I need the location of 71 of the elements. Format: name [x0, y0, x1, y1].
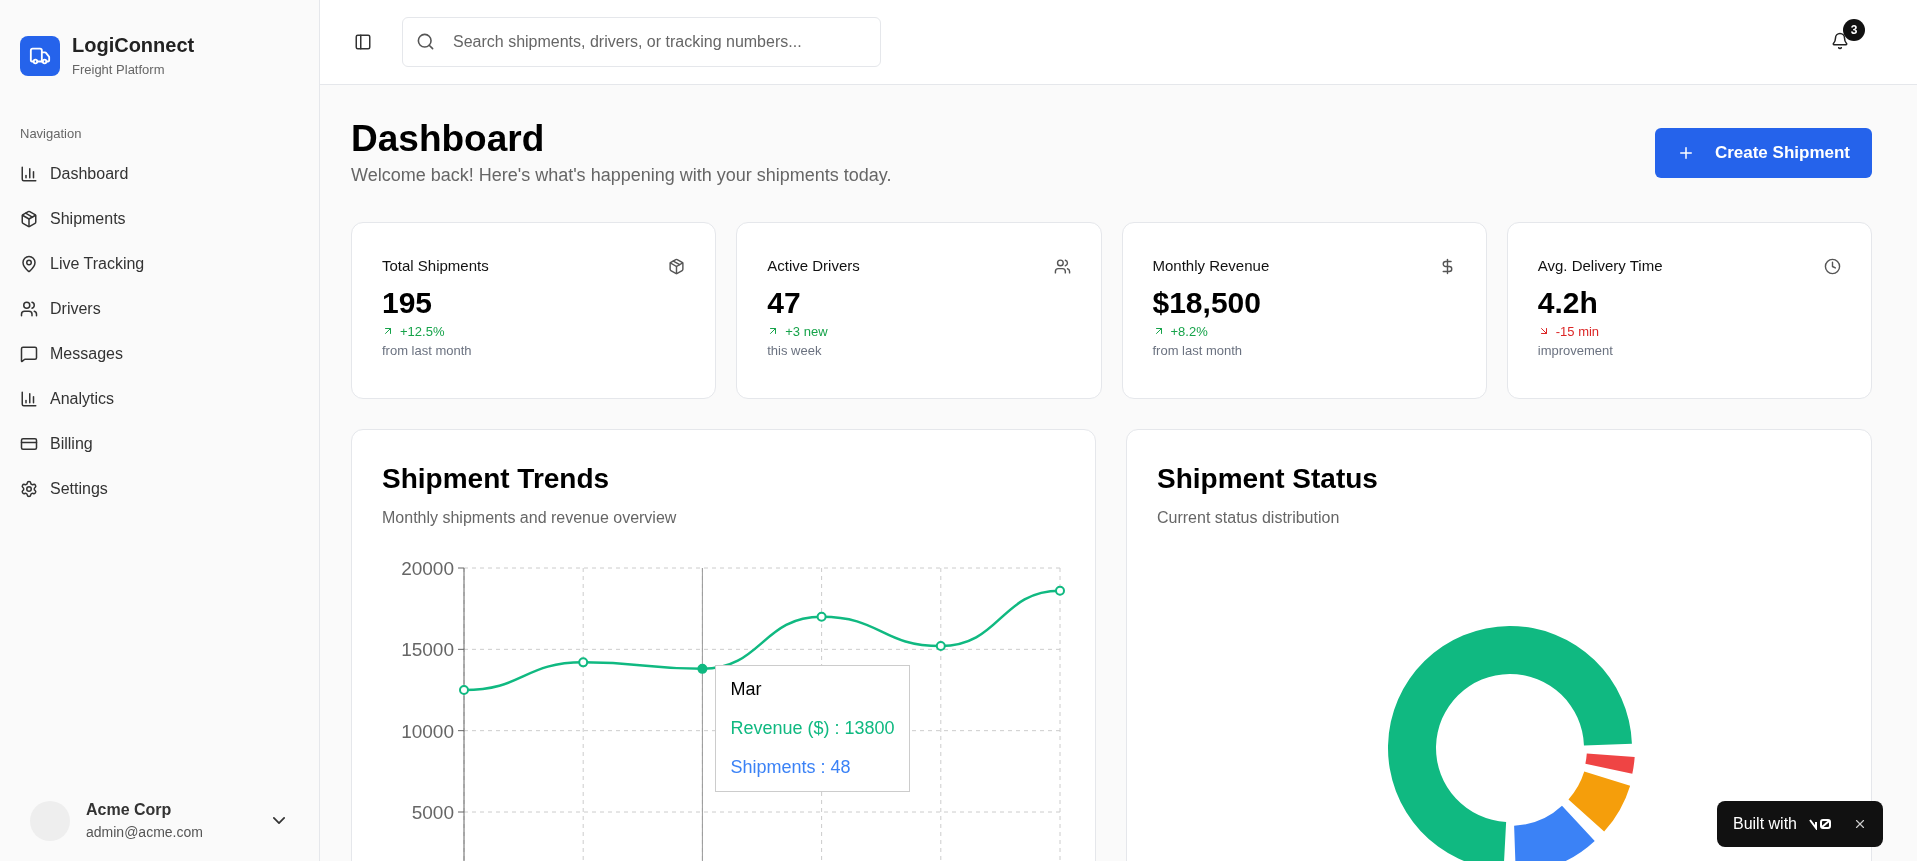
section-label: Navigation	[19, 124, 83, 143]
tooltip-value: Shipments : 48	[730, 755, 852, 779]
stat-change: +8.2%	[1170, 322, 1208, 341]
stat-value: 4.2h	[1537, 284, 1598, 321]
bell-icon	[1831, 31, 1849, 50]
account-name: Acme Corp	[86, 800, 173, 820]
users-icon	[1053, 257, 1071, 275]
stat-note: this week	[767, 342, 822, 360]
badge-text: Built with	[1732, 814, 1797, 834]
nav-item[interactable]: Drivers	[12, 286, 307, 331]
page-title: Dashboard	[351, 118, 546, 160]
chat-icon	[20, 344, 38, 363]
close-icon	[1853, 817, 1867, 831]
stat-title: Avg. Delivery Time	[1537, 256, 1663, 276]
search-icon	[416, 32, 435, 51]
stat-note: improvement	[1537, 342, 1613, 360]
stat-change: -15 min	[1555, 322, 1600, 341]
stat-note: from last month	[382, 342, 472, 360]
tooltip-value: Revenue ($) : 13800	[730, 716, 895, 740]
brand-subtitle: Freight Platform	[72, 61, 166, 79]
y-tick-label: 5000	[411, 802, 454, 823]
nav-item[interactable]: Live Tracking	[12, 241, 307, 286]
data-point	[816, 611, 827, 622]
truck-logo-icon	[20, 36, 60, 77]
data-point	[1055, 585, 1065, 596]
stat-value: 195	[382, 284, 433, 321]
stat-title: Total Shipments	[382, 256, 489, 276]
box-icon	[668, 257, 686, 275]
stat-value: 47	[767, 284, 801, 321]
data-point	[459, 685, 469, 695]
card-title: Shipment Status	[1157, 462, 1378, 496]
card-subtitle: Monthly shipments and revenue overview	[382, 508, 677, 528]
chevron-down-icon	[273, 817, 285, 824]
sidebar-toggle-icon	[354, 33, 372, 51]
settings-icon	[20, 479, 38, 498]
stat-title: Active Drivers	[767, 256, 860, 276]
data-point	[578, 657, 589, 668]
stat-note: from last month	[1152, 342, 1243, 360]
box-icon	[20, 209, 38, 228]
stat-change: +12.5%	[400, 322, 445, 341]
create-shipment-button[interactable]: Create Shipment	[1654, 128, 1872, 178]
search-field[interactable]: Search shipments, drivers, or tracking numbers...	[402, 17, 881, 67]
nav-item[interactable]: Messages	[12, 331, 307, 376]
logo-icon	[1809, 818, 1833, 830]
bar-chart-icon	[20, 164, 38, 183]
nav-item[interactable]: Billing	[12, 421, 307, 466]
tooltip-label: Mar	[730, 677, 763, 701]
nav-item[interactable]: Settings	[12, 466, 307, 511]
users-icon	[20, 299, 38, 318]
y-tick-label: 10000	[401, 720, 454, 742]
stat-title: Monthly Revenue	[1152, 256, 1270, 276]
notification-count: 3	[1843, 18, 1865, 41]
y-tick-label: 15000	[401, 639, 454, 661]
nav-item[interactable]: Analytics	[12, 376, 307, 421]
account-menu-button[interactable]	[273, 817, 285, 824]
close-button[interactable]	[1853, 817, 1867, 831]
card-subtitle: Current status distribution	[1157, 508, 1340, 528]
data-point	[935, 641, 946, 652]
page-subtitle: Welcome back! Here's what's happening with your shipments today.	[351, 164, 892, 187]
card-title: Shipment Trends	[382, 462, 610, 496]
map-pin-icon	[20, 254, 38, 273]
stat-change: +3 new	[785, 322, 828, 341]
account-email: admin@acme.com	[86, 823, 203, 842]
brand-name: LogiConnect	[72, 33, 195, 57]
y-tick-label: 20000	[401, 558, 454, 579]
nav-item[interactable]: Dashboard	[12, 151, 307, 196]
bar-chart-icon	[20, 389, 38, 408]
stat-value: $18,500	[1152, 284, 1261, 321]
clock-icon	[1824, 257, 1841, 275]
data-point	[697, 663, 708, 674]
nav-item[interactable]: Shipments	[12, 196, 307, 241]
